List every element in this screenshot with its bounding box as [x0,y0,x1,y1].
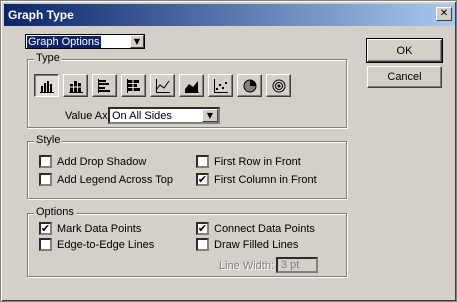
graph-type-grouped-bar-button[interactable] [92,74,117,97]
checkbox-box: ✔ [39,222,52,235]
close-icon: ✕ [439,8,449,19]
checkbox-label: First Row in Front [214,155,301,168]
style-group: Style [27,134,347,199]
graph-type-pie-button[interactable] [237,74,262,97]
cancel-button[interactable]: Cancel [367,66,442,88]
chevron-down-icon: ▼ [130,35,144,48]
draw-filled-lines-checkbox[interactable]: Draw Filled Lines [196,238,298,251]
type-group-label: Type [34,52,62,64]
close-button[interactable]: ✕ [436,7,452,21]
graph-type-stacked-bar-button[interactable] [121,74,146,97]
area-chart-icon [184,80,199,93]
checkbox-box [39,238,52,251]
cancel-button-label: Cancel [387,71,422,83]
options-group-label: Options [34,206,76,218]
checkbox-label: First Column in Front [214,173,317,186]
first-column-front-checkbox[interactable]: ✔ First Column in Front [196,173,317,186]
graph-type-scatter-button[interactable] [208,74,233,97]
edge-to-edge-checkbox[interactable]: Edge-to-Edge Lines [39,238,154,251]
title-bar[interactable]: Graph Type ✕ [4,4,455,26]
stacked-bar-chart-icon [126,78,140,93]
chevron-down-icon: ▼ [202,109,218,122]
graph-type-grouped-column-button[interactable] [34,74,59,97]
checkbox-box: ✔ [196,222,209,235]
line-chart-icon [155,78,170,93]
add-drop-shadow-checkbox[interactable]: Add Drop Shadow [39,155,146,168]
ok-button[interactable]: OK [366,38,443,63]
checkbox-label: Edge-to-Edge Lines [57,238,155,251]
grouped-bar-chart-icon [97,78,110,93]
first-row-front-checkbox[interactable]: First Row in Front [196,155,301,168]
line-width-label: Line Width: [219,260,275,272]
checkbox-box [39,155,52,168]
pie-chart-icon [243,79,256,92]
checkbox-label: Add Legend Across Top [57,173,173,186]
value-axis-value: On All Sides [112,109,172,122]
graph-type-radar-button[interactable] [266,74,291,97]
graph-type-area-button[interactable] [179,74,204,97]
ok-button-label: OK [396,44,413,57]
line-width-field[interactable]: 3 pt [276,257,318,273]
checkbox-label: Draw Filled Lines [214,238,299,251]
connect-data-points-checkbox[interactable]: ✔ Connect Data Points [196,222,315,235]
radar-chart-icon [272,79,285,92]
add-legend-checkbox[interactable]: Add Legend Across Top [39,173,173,186]
grouped-column-chart-icon [39,80,54,93]
window-title: Graph Type [8,8,74,22]
checkbox-box: ✔ [196,173,209,186]
section-dropdown[interactable]: Graph Options ▼ [25,34,145,49]
checkbox-label: Add Drop Shadow [57,155,147,168]
checkbox-box [196,238,209,251]
graph-type-stacked-column-button[interactable] [63,74,88,97]
checkbox-label: Connect Data Points [214,222,315,235]
mark-data-points-checkbox[interactable]: ✔ Mark Data Points [39,222,141,235]
checkbox-box [196,155,209,168]
checkbox-box [39,173,52,186]
value-axis-dropdown[interactable]: On All Sides ▼ [108,107,220,124]
checkbox-label: Mark Data Points [57,222,142,235]
section-dropdown-value: Graph Options [27,35,101,48]
scatter-chart-icon [213,78,228,93]
style-group-label: Style [34,134,63,146]
graph-type-dialog: Graph Type ✕ Graph Options ▼ OK Cancel T… [0,0,457,302]
graph-type-line-button[interactable] [150,74,175,97]
stacked-column-chart-icon [68,80,83,93]
line-width-value: 3 pt [281,259,300,271]
